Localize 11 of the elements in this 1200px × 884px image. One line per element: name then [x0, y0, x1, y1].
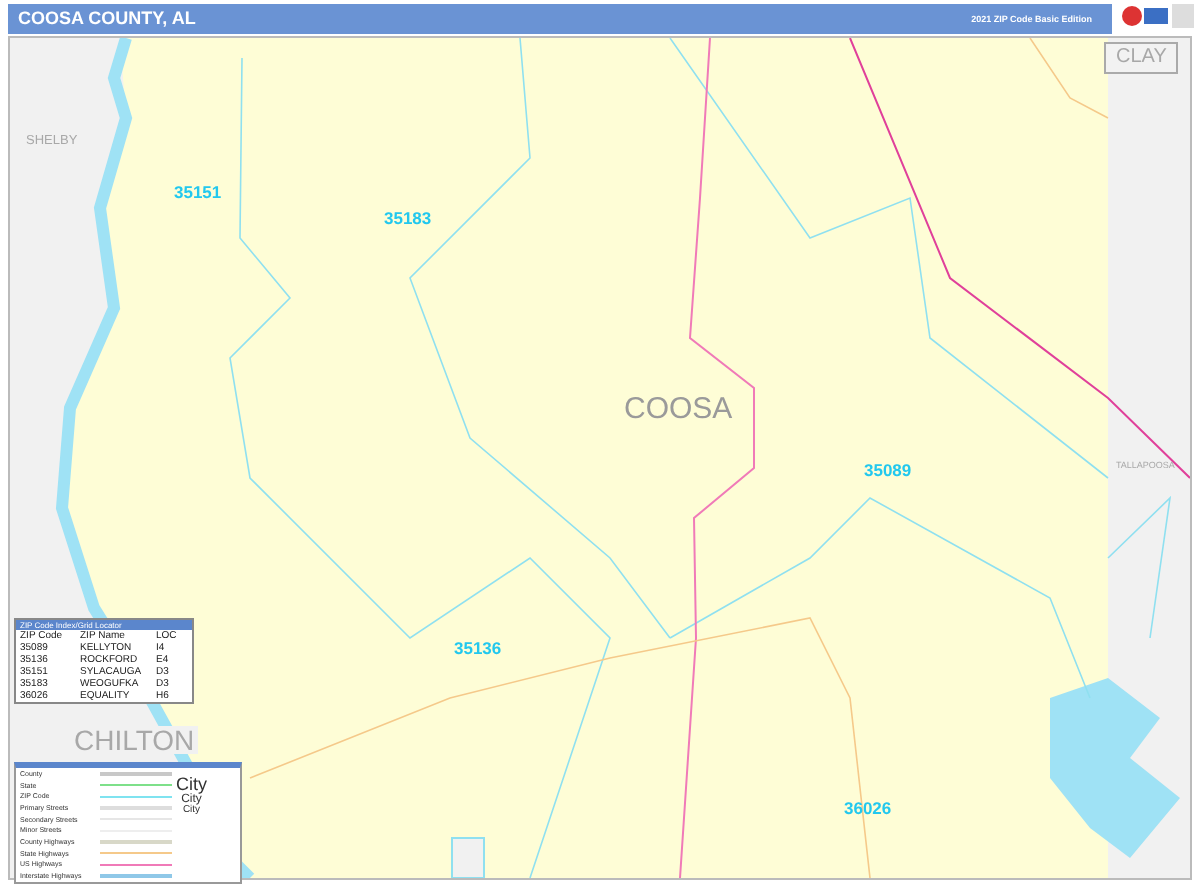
city-sample-label: City: [176, 776, 207, 794]
map-title: COOSA COUNTY, AL: [18, 8, 196, 28]
zip-code-label: 35183: [384, 210, 432, 227]
county-label: COOSA: [624, 394, 733, 424]
zip-code-label: 35136: [454, 640, 502, 657]
zip-code-label: 35151: [174, 184, 222, 201]
county-label: CHILTON: [70, 726, 199, 754]
zip-code-label: 36026: [844, 800, 892, 817]
county-label: CLAY: [1104, 42, 1179, 74]
logo-drawing: [1120, 2, 1196, 34]
zip-code-label: 35089: [864, 462, 912, 479]
